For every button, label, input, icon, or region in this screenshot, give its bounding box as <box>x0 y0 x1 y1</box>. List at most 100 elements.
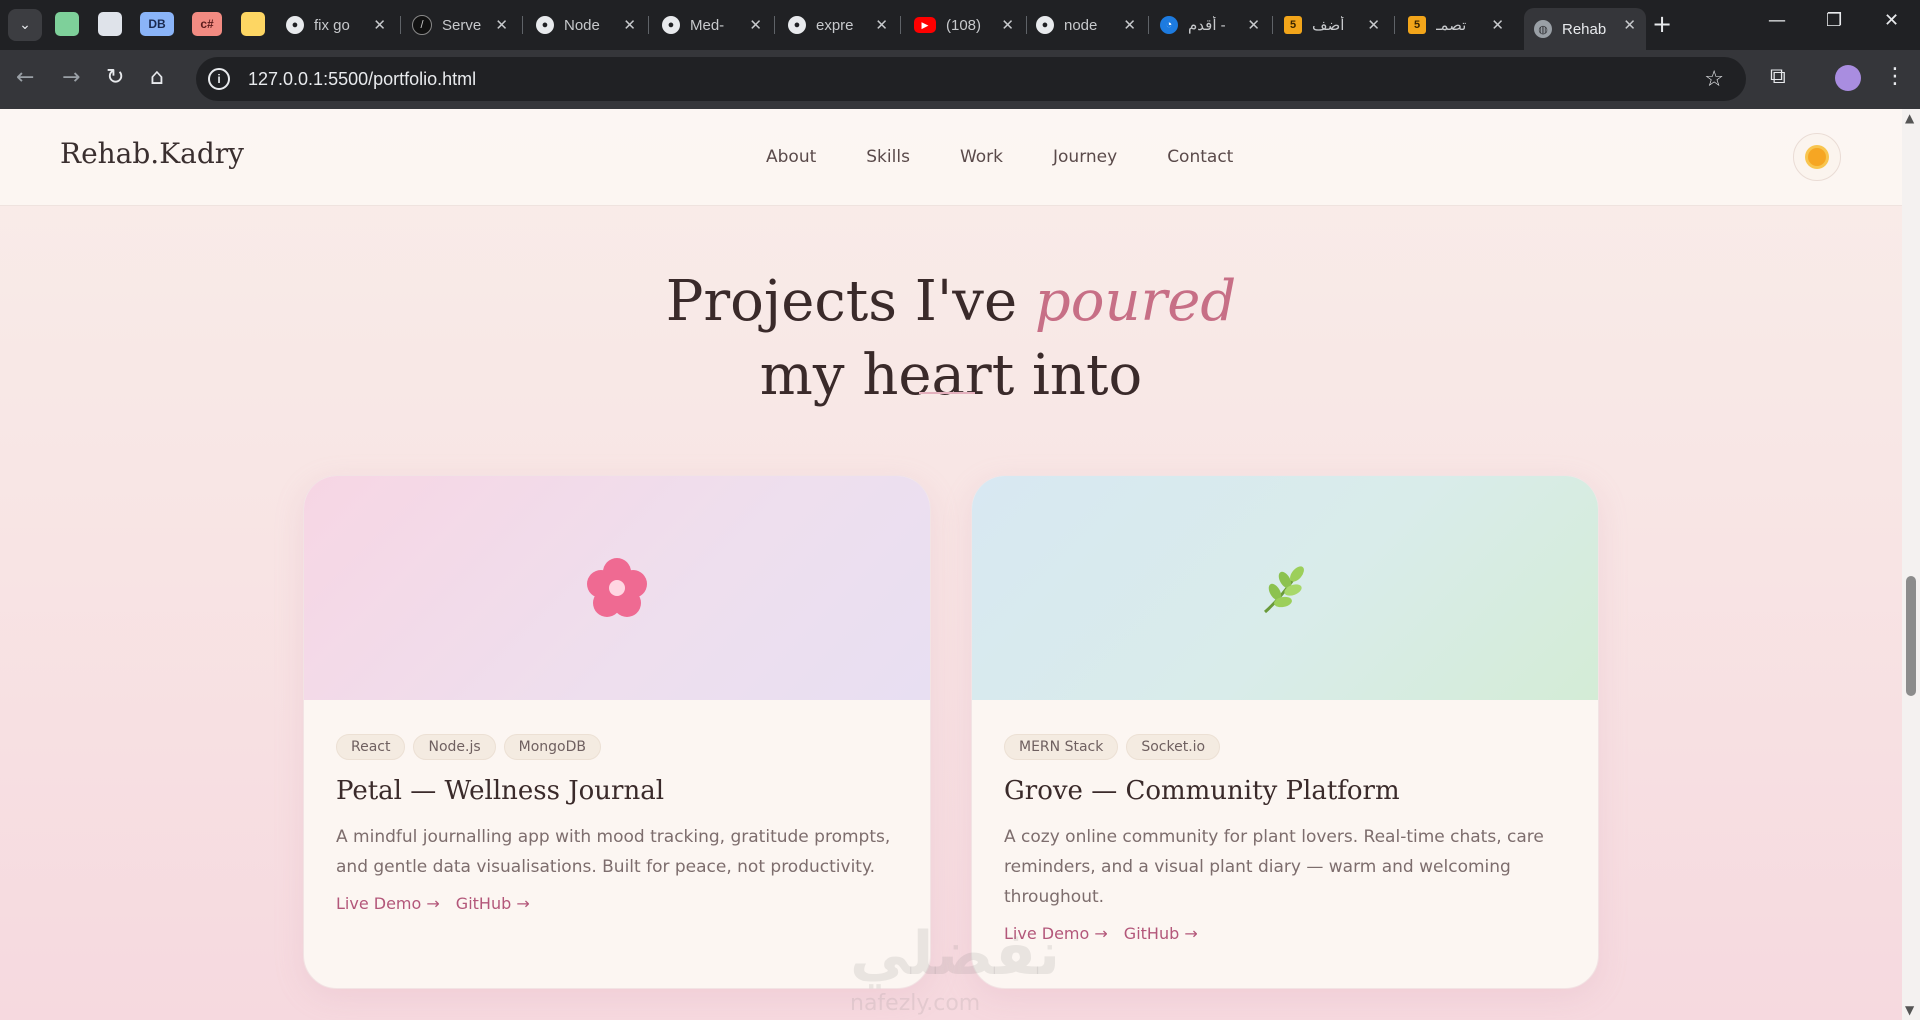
tab-title: تصمـ <box>1436 17 1467 34</box>
tab-server[interactable]: / Serve ✕ <box>412 8 508 42</box>
avatar[interactable] <box>1835 65 1861 91</box>
tab-node-2[interactable]: ● node ✕ <box>1036 8 1136 42</box>
close-icon[interactable]: ✕ <box>1491 16 1504 34</box>
scrollbar-thumb[interactable] <box>1906 576 1916 696</box>
url-text[interactable]: 127.0.0.1:5500/portfolio.html <box>248 69 476 90</box>
nav-contact[interactable]: Contact <box>1167 147 1233 167</box>
watermark-sub: nafezly.com <box>850 991 981 1016</box>
khamsat-icon: 5 <box>1284 16 1302 34</box>
close-icon[interactable]: ✕ <box>1247 16 1260 34</box>
site-header: Rehab.Kadry About Skills Work Journey Co… <box>0 109 1902 206</box>
nav-skills[interactable]: Skills <box>866 147 910 167</box>
github-icon: ● <box>1036 16 1054 34</box>
project-card-petal: React Node.js MongoDB Petal — Wellness J… <box>303 475 931 989</box>
back-icon[interactable]: ← <box>16 65 34 90</box>
tab-youtube[interactable]: ▶ (108) ✕ <box>914 8 1014 42</box>
vercel-icon: / <box>412 15 432 35</box>
pinned-tab-db[interactable]: DB <box>140 12 174 36</box>
close-icon[interactable]: ✕ <box>1367 16 1380 34</box>
tab-divider <box>648 16 649 34</box>
address-bar[interactable]: i 127.0.0.1:5500/portfolio.html ☆ <box>196 57 1746 101</box>
tab-strip: ⌄ DB c# ● fix go ✕ / Serve ✕ ● Node ✕ ● … <box>0 0 1920 50</box>
scroll-down-arrow[interactable]: ▼ <box>1905 1003 1914 1017</box>
tab-arabic-2[interactable]: 5 أضف ✕ <box>1284 8 1380 42</box>
sun-icon <box>1808 148 1826 166</box>
pinned-tab-notes[interactable] <box>241 12 265 36</box>
tab-search-button[interactable]: ⌄ <box>8 9 42 41</box>
bookmark-star-icon[interactable]: ☆ <box>1704 67 1724 92</box>
tab-med[interactable]: ● Med- ✕ <box>662 8 762 42</box>
tab-title: expre <box>816 16 854 34</box>
youtube-icon: ▶ <box>914 17 936 33</box>
menu-dots-icon[interactable]: ⋮ <box>1884 64 1906 89</box>
watermark: نفضلي <box>850 919 1061 989</box>
forward-icon[interactable]: → <box>62 65 80 90</box>
close-icon[interactable]: ✕ <box>495 16 508 34</box>
site-info-icon[interactable]: i <box>208 68 230 90</box>
theme-toggle-button[interactable] <box>1793 133 1841 181</box>
tab-node[interactable]: ● Node ✕ <box>536 8 636 42</box>
live-demo-link[interactable]: Live Demo → <box>336 894 440 913</box>
pinned-label: c# <box>200 17 214 31</box>
close-icon[interactable]: ✕ <box>1001 16 1014 34</box>
tab-divider <box>1026 16 1027 34</box>
heading-divider <box>919 392 975 394</box>
project-title: Grove — Community Platform <box>1004 776 1400 806</box>
tab-arabic-1[interactable]: ◔ أقدم - ✕ <box>1160 8 1260 42</box>
tab-divider <box>522 16 523 34</box>
project-banner <box>304 476 930 700</box>
github-icon: ● <box>286 16 304 34</box>
reload-icon[interactable]: ↻ <box>106 65 124 90</box>
project-banner <box>972 476 1598 700</box>
tab-divider <box>1272 16 1273 34</box>
pinned-label: DB <box>148 17 166 31</box>
close-icon[interactable]: ✕ <box>623 16 636 34</box>
github-link[interactable]: GitHub → <box>1124 924 1198 943</box>
heading-part-1: Projects I've <box>665 268 1035 334</box>
nav-work[interactable]: Work <box>960 147 1003 167</box>
tab-fix-go[interactable]: ● fix go ✕ <box>286 8 386 42</box>
tab-title: node <box>1064 16 1098 34</box>
tab-rehab-active[interactable]: ◍ Rehab ✕ <box>1524 8 1646 50</box>
close-icon[interactable]: ✕ <box>875 16 888 34</box>
site-logo[interactable]: Rehab.Kadry <box>60 137 244 170</box>
tab-title: أضف <box>1312 17 1345 34</box>
home-icon[interactable]: ⌂ <box>150 65 164 90</box>
tag-socketio: Socket.io <box>1126 734 1221 760</box>
tech-tags: React Node.js MongoDB <box>336 734 930 760</box>
scroll-up-arrow[interactable]: ▲ <box>1905 111 1914 125</box>
restore-button[interactable]: ❐ <box>1826 10 1842 31</box>
minimize-button[interactable]: — <box>1768 10 1786 31</box>
project-description: A mindful journalling app with mood trac… <box>336 827 891 877</box>
tab-title: Med- <box>690 16 725 34</box>
tab-express[interactable]: ● expre ✕ <box>788 8 888 42</box>
extensions-icon[interactable]: ⧉ <box>1770 64 1786 89</box>
tab-divider <box>1148 16 1149 34</box>
project-description: A cozy online community for plant lovers… <box>1004 827 1544 907</box>
tag-react: React <box>336 734 406 760</box>
pinned-tab-csharp[interactable]: c# <box>192 12 222 36</box>
close-window-button[interactable]: ✕ <box>1884 10 1899 31</box>
project-title: Petal — Wellness Journal <box>336 776 665 806</box>
close-icon[interactable]: ✕ <box>1123 16 1136 34</box>
tab-title: (108) <box>946 16 982 34</box>
nav-journey[interactable]: Journey <box>1053 147 1117 167</box>
tab-divider <box>900 16 901 34</box>
tab-arabic-3[interactable]: 5 تصمـ ✕ <box>1408 8 1504 42</box>
globe-icon: ◍ <box>1534 20 1552 38</box>
khamsat-icon: 5 <box>1408 16 1426 34</box>
new-tab-button[interactable]: + <box>1652 10 1672 38</box>
nav-about[interactable]: About <box>766 147 816 167</box>
close-icon[interactable]: ✕ <box>749 16 762 34</box>
site-icon: ◔ <box>1160 16 1178 34</box>
scrollbar[interactable] <box>1902 109 1920 1020</box>
tag-mongodb: MongoDB <box>503 734 602 760</box>
tag-nodejs: Node.js <box>413 734 496 760</box>
close-icon[interactable]: ✕ <box>1623 16 1636 34</box>
pinned-tab-blank[interactable] <box>98 12 122 36</box>
pinned-tab-sheets[interactable] <box>55 12 79 36</box>
close-icon[interactable]: ✕ <box>373 16 386 34</box>
project-links: Live Demo → GitHub → <box>336 894 930 913</box>
github-link[interactable]: GitHub → <box>456 894 530 913</box>
github-icon: ● <box>536 16 554 34</box>
